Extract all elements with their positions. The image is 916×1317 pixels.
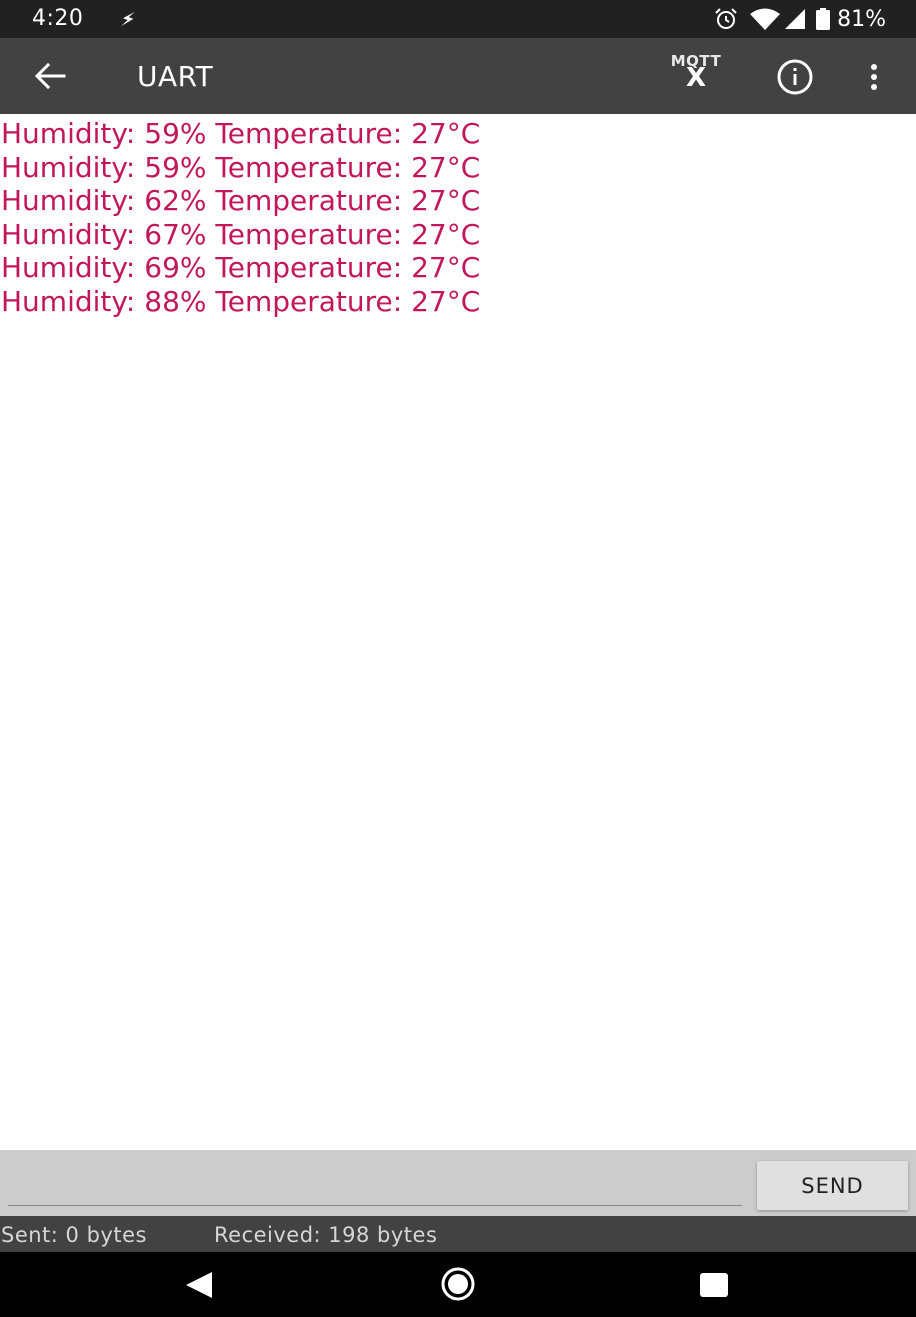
status-icons: 81%: [713, 6, 886, 32]
received-bytes: Received: 198 bytes: [214, 1223, 438, 1247]
log-line: Humidity: 62% Temperature: 27°C: [1, 184, 481, 217]
info-icon[interactable]: [775, 59, 815, 95]
nav-recents-icon[interactable]: [699, 1271, 729, 1299]
log-line: Humidity: 59% Temperature: 27°C: [1, 117, 481, 150]
alarm-icon: [715, 8, 737, 29]
uart-log[interactable]: Humidity: 59% Temperature: 27°C Humidity…: [0, 114, 916, 1150]
wifi-icon: [750, 8, 781, 30]
input-bar: SEND: [0, 1150, 916, 1216]
back-arrow-icon[interactable]: [30, 58, 70, 94]
log-line: Humidity: 59% Temperature: 27°C: [1, 150, 481, 184]
nav-back-icon[interactable]: [184, 1270, 216, 1300]
log-line: Humidity: 69% Temperature: 27°C: [1, 251, 481, 284]
send-button[interactable]: SEND: [757, 1161, 908, 1210]
sent-bytes: Sent: 0 bytes: [1, 1223, 147, 1247]
page-title: UART: [137, 60, 214, 93]
more-vert-icon[interactable]: [860, 58, 888, 96]
status-bar: 4:20 81%: [0, 0, 916, 38]
stats-bar: Sent: 0 bytes Received: 198 bytes: [0, 1216, 916, 1252]
status-time: 4:20: [32, 6, 84, 31]
battery-percentage: 81%: [837, 6, 886, 32]
message-input[interactable]: [8, 1162, 742, 1206]
mqtt-button[interactable]: MQTT X: [664, 54, 728, 98]
log-line: Humidity: 88% Temperature: 27°C: [1, 284, 481, 318]
app-bar: UART MQTT X: [0, 38, 916, 114]
log-line: Humidity: 67% Temperature: 27°C: [1, 217, 481, 251]
flash-icon: [121, 11, 135, 27]
mqtt-badge: X: [685, 63, 707, 93]
nav-home-icon[interactable]: [440, 1266, 476, 1302]
system-nav-bar: [0, 1252, 916, 1317]
battery-icon: [816, 8, 831, 30]
cell-signal-icon: [785, 9, 806, 29]
